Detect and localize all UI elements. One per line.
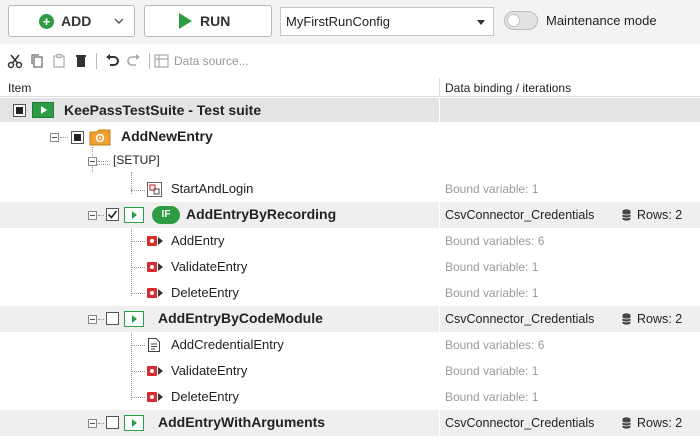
toggle-knob — [507, 14, 520, 27]
tree-row-delete-entry[interactable]: DeleteEntry Bound variable: 1 — [0, 280, 700, 306]
plus-icon: + — [39, 13, 54, 29]
database-icon — [622, 313, 631, 325]
suite-checkbox[interactable] — [13, 104, 26, 117]
tree-row-add-entry[interactable]: AddEntry Bound variables: 6 — [0, 228, 700, 254]
add-button-label: ADD — [61, 13, 92, 29]
data-source-button[interactable]: Data source... — [174, 54, 249, 68]
top-bar: + ADD RUN MyFirstRunConfig Maintenance m… — [0, 0, 700, 44]
recording-module-icon — [147, 366, 163, 376]
chevron-down-icon[interactable] — [114, 16, 124, 26]
maintenance-mode-label: Maintenance mode — [546, 13, 657, 28]
tree-row-setup[interactable]: [SETUP] — [0, 150, 700, 176]
tree-row-add-entry-with-arguments[interactable]: AddEntryWithArguments CsvConnector_Crede… — [0, 410, 700, 436]
tree-row-add-entry-by-recording[interactable]: IF AddEntryByRecording CsvConnector_Cred… — [0, 202, 700, 228]
add-new-entry-label: AddNewEntry — [121, 128, 213, 144]
delete-entry-label: DeleteEntry — [171, 389, 239, 404]
code-module-icon — [148, 338, 160, 352]
add-credential-entry-binding: Bound variables: 6 — [445, 338, 545, 352]
add-entry-with-arguments-binding: CsvConnector_Credentials — [445, 416, 595, 430]
paste-icon[interactable] — [48, 50, 70, 72]
add-credential-entry-label: AddCredentialEntry — [171, 337, 284, 352]
add-button[interactable]: + ADD — [8, 5, 135, 37]
collapse-toggle[interactable] — [88, 419, 97, 428]
toolbar-separator — [149, 53, 150, 69]
add-entry-with-arguments-checkbox[interactable] — [106, 416, 119, 429]
suite-label: KeePassTestSuite - Test suite — [64, 102, 262, 118]
copy-icon[interactable] — [26, 50, 48, 72]
add-entry-binding: Bound variables: 6 — [445, 234, 545, 248]
module-group-icon — [147, 182, 162, 197]
test-case-icon — [124, 311, 144, 327]
start-and-login-label: StartAndLogin — [171, 181, 254, 196]
tree-row-add-credential-entry[interactable]: AddCredentialEntry Bound variables: 6 — [0, 332, 700, 358]
condition-if-badge: IF — [152, 206, 180, 224]
setup-label: [SETUP] — [113, 153, 160, 167]
dropdown-arrow-icon — [477, 20, 485, 25]
add-entry-by-code-module-rows: Rows: 2 — [622, 312, 682, 326]
column-header-data-binding[interactable]: Data binding / iterations — [445, 81, 571, 95]
add-entry-by-recording-checkbox[interactable] — [106, 208, 119, 221]
run-button-label: RUN — [200, 13, 231, 29]
database-icon — [622, 417, 631, 429]
add-entry-label: AddEntry — [171, 233, 225, 248]
run-button[interactable]: RUN — [144, 5, 272, 37]
edit-toolbar: Data source... — [0, 48, 700, 74]
column-header-item[interactable]: Item — [8, 81, 31, 95]
add-entry-by-recording-label: AddEntryByRecording — [186, 206, 337, 222]
collapse-toggle[interactable] — [88, 157, 97, 166]
tree-row-start-and-login[interactable]: StartAndLogin Bound variable: 1 — [0, 176, 700, 202]
delete-icon[interactable] — [70, 50, 92, 72]
tree-row-delete-entry[interactable]: DeleteEntry Bound variable: 1 — [0, 384, 700, 410]
add-entry-by-code-module-binding: CsvConnector_Credentials — [445, 312, 595, 326]
tree-row-validate-entry[interactable]: ValidateEntry Bound variable: 1 — [0, 358, 700, 384]
validate-entry-binding: Bound variable: 1 — [445, 364, 539, 378]
test-case-icon — [124, 415, 144, 431]
collapse-toggle[interactable] — [88, 315, 97, 324]
test-case-icon — [124, 207, 144, 223]
rows-count: Rows: 2 — [637, 312, 683, 326]
tree-row-add-entry-by-code-module[interactable]: AddEntryByCodeModule CsvConnector_Creden… — [0, 306, 700, 332]
cut-icon[interactable] — [4, 50, 26, 72]
undo-icon[interactable] — [101, 50, 123, 72]
data-source-icon[interactable] — [154, 50, 170, 72]
add-entry-by-recording-binding: CsvConnector_Credentials — [445, 208, 595, 222]
play-icon — [179, 13, 192, 29]
delete-entry-binding: Bound variable: 1 — [445, 286, 539, 300]
rows-count: Rows: 2 — [637, 208, 683, 222]
test-suite-tree: KeePassTestSuite - Test suite AddNewEntr… — [0, 97, 700, 442]
test-suite-icon — [32, 102, 54, 118]
add-entry-with-arguments-label: AddEntryWithArguments — [158, 414, 326, 430]
add-entry-by-code-module-label: AddEntryByCodeModule — [158, 310, 323, 326]
column-headers: Item Data binding / iterations — [0, 78, 700, 97]
validate-entry-label: ValidateEntry — [171, 363, 248, 378]
tree-row-add-new-entry[interactable]: AddNewEntry — [0, 124, 700, 150]
validate-entry-label: ValidateEntry — [171, 259, 248, 274]
collapse-toggle[interactable] — [50, 133, 59, 142]
tree-row-validate-entry[interactable]: ValidateEntry Bound variable: 1 — [0, 254, 700, 280]
column-divider[interactable] — [439, 78, 440, 97]
add-new-entry-checkbox[interactable] — [71, 131, 84, 144]
add-entry-by-recording-rows: Rows: 2 — [622, 208, 682, 222]
validate-entry-binding: Bound variable: 1 — [445, 260, 539, 274]
run-config-value: MyFirstRunConfig — [286, 14, 391, 29]
redo-icon[interactable] — [123, 50, 145, 72]
recording-module-icon — [147, 288, 163, 298]
add-entry-with-arguments-rows: Rows: 2 — [622, 416, 682, 430]
delete-entry-binding: Bound variable: 1 — [445, 390, 539, 404]
database-icon — [622, 209, 631, 221]
checkmark-icon — [107, 210, 118, 219]
add-entry-by-code-module-checkbox[interactable] — [106, 312, 119, 325]
maintenance-mode-toggle[interactable] — [504, 11, 538, 30]
rows-count: Rows: 2 — [637, 416, 683, 430]
recording-module-icon — [147, 236, 163, 246]
smart-folder-icon — [89, 129, 111, 146]
recording-module-icon — [147, 262, 163, 272]
start-and-login-binding: Bound variable: 1 — [445, 182, 539, 196]
collapse-toggle[interactable] — [88, 211, 97, 220]
toolbar-separator — [96, 53, 97, 69]
tree-row-suite[interactable]: KeePassTestSuite - Test suite — [0, 98, 700, 122]
recording-module-icon — [147, 392, 163, 402]
delete-entry-label: DeleteEntry — [171, 285, 239, 300]
run-config-select[interactable]: MyFirstRunConfig — [280, 7, 494, 36]
